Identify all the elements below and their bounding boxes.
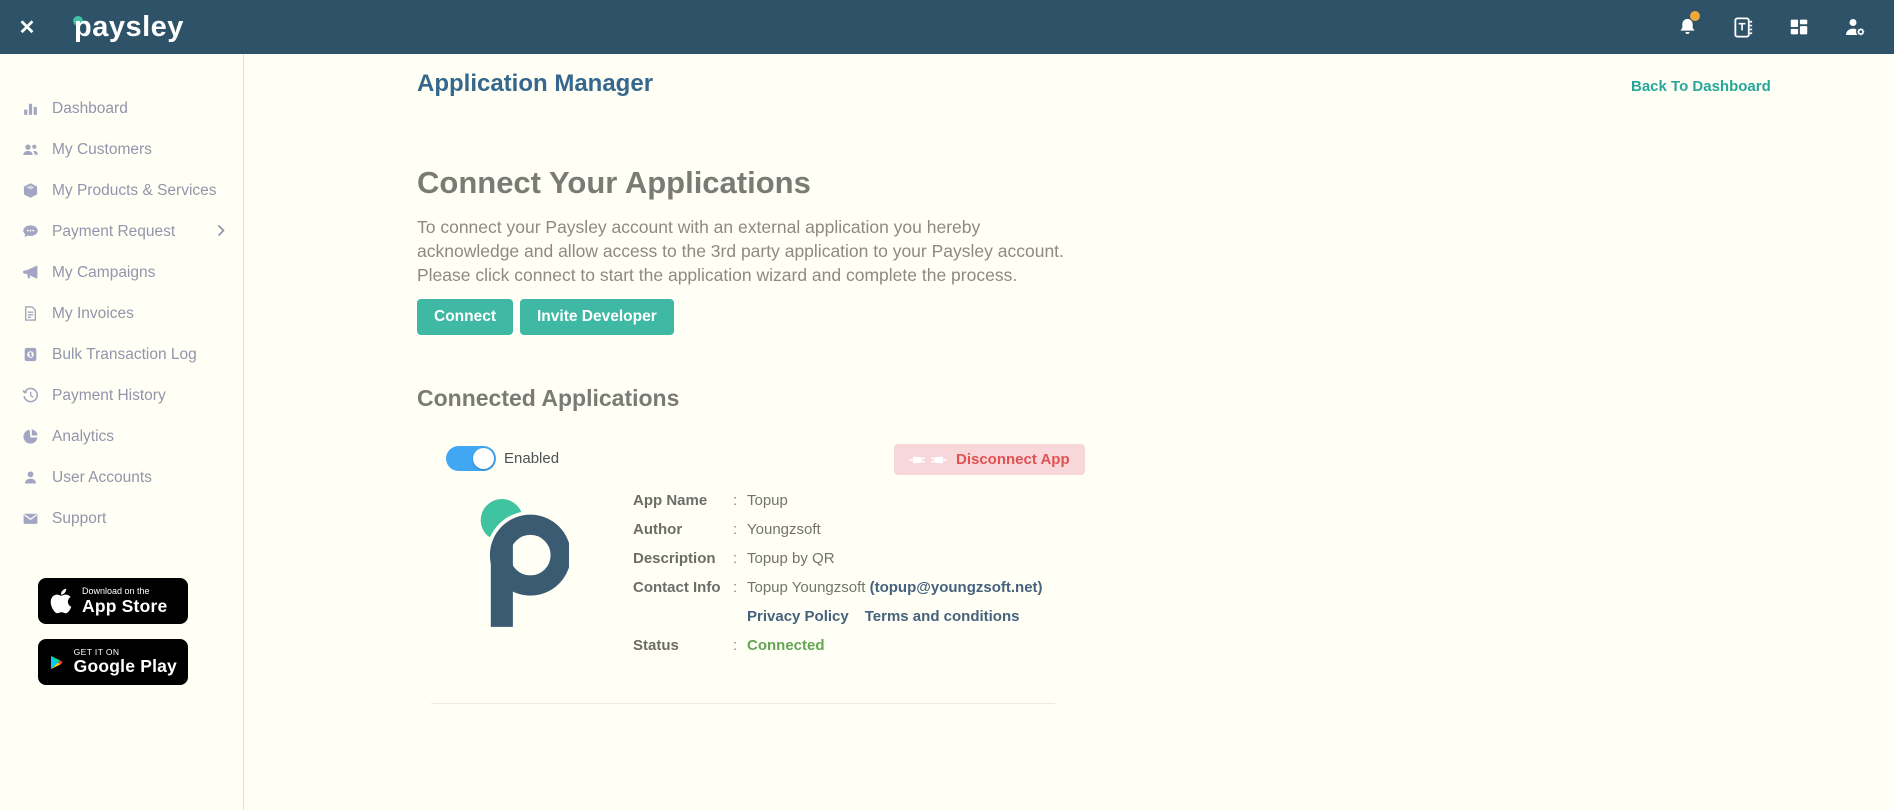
field-label: Status xyxy=(633,637,733,655)
notifications-bell-icon[interactable] xyxy=(1674,14,1700,40)
sidebar-item-payment-history[interactable]: Payment History xyxy=(0,375,243,416)
sidebar-item-my-customers[interactable]: My Customers xyxy=(0,129,243,170)
sidebar-item-bulk-transaction-log[interactable]: Bulk Transaction Log xyxy=(0,334,243,375)
disconnect-plug-icon xyxy=(909,453,947,467)
colon: : xyxy=(733,521,747,539)
sidebar-item-label: Payment History xyxy=(52,387,166,405)
connect-applications-heading: Connect Your Applications xyxy=(417,165,811,201)
connect-buttons-row: Connect Invite Developer xyxy=(417,299,674,335)
google-play-badge[interactable]: GET IT ON Google Play xyxy=(38,639,188,685)
topup-app-logo xyxy=(477,498,569,632)
transaction-doc-icon xyxy=(22,346,41,363)
field-label: Contact Info xyxy=(633,579,733,597)
contact-email-link[interactable]: (topup@youngzsoft.net) xyxy=(870,579,1043,596)
field-value: Topup xyxy=(747,492,788,510)
user-icon xyxy=(22,469,41,486)
paysley-logo: paysley xyxy=(74,11,184,44)
people-icon xyxy=(22,141,41,158)
colon: : xyxy=(733,492,747,510)
app-store-badge[interactable]: Download on the App Store xyxy=(38,578,188,624)
disconnect-app-button[interactable]: Disconnect App xyxy=(894,444,1085,475)
back-to-dashboard-link[interactable]: Back To Dashboard xyxy=(1631,78,1771,95)
detail-row-status: Status : Connected xyxy=(633,637,1043,655)
envelope-icon xyxy=(22,510,41,527)
invoice-icon xyxy=(22,305,41,322)
detail-row-author: Author : Youngzsoft xyxy=(633,521,1043,539)
badge-line2: App Store xyxy=(82,597,167,615)
sidebar-item-my-campaigns[interactable]: My Campaigns xyxy=(0,252,243,293)
sidebar-item-label: My Products & Services xyxy=(52,182,217,200)
sidebar-item-user-accounts[interactable]: User Accounts xyxy=(0,457,243,498)
sidebar-item-payment-request[interactable]: Payment Request xyxy=(0,211,243,252)
field-value: Topup Youngzsoft (topup@youngzsoft.net) xyxy=(747,579,1043,597)
brand-text: paysley xyxy=(74,11,184,43)
account-settings-icon[interactable] xyxy=(1842,14,1868,40)
google-play-icon xyxy=(49,650,65,675)
connected-applications-heading: Connected Applications xyxy=(417,385,679,412)
apps-grid-icon[interactable] xyxy=(1786,14,1812,40)
notification-dot xyxy=(1690,11,1700,21)
field-label: App Name xyxy=(633,492,733,510)
header-actions xyxy=(1674,14,1894,40)
connect-applications-description: To connect your Paysley account with an … xyxy=(417,216,1082,288)
sidebar-item-my-products-services[interactable]: My Products & Services xyxy=(0,170,243,211)
sidebar-item-analytics[interactable]: Analytics xyxy=(0,416,243,457)
sidebar-item-support[interactable]: Support xyxy=(0,498,243,539)
history-clock-icon xyxy=(22,387,41,404)
cube-icon xyxy=(22,182,41,199)
application-manager-page: ✕ paysley xyxy=(0,0,1894,810)
pie-chart-icon xyxy=(22,428,41,445)
contact-name: Topup Youngzsoft xyxy=(747,579,870,596)
detail-row-description: Description : Topup by QR xyxy=(633,550,1043,568)
page-title: Application Manager xyxy=(417,70,653,98)
sidebar-item-label: Analytics xyxy=(52,428,114,446)
sidebar-nav: Dashboard My Customers My Products & Ser… xyxy=(0,54,243,539)
close-icon[interactable]: ✕ xyxy=(0,15,54,40)
sidebar-item-label: User Accounts xyxy=(52,469,152,487)
field-label: Author xyxy=(633,521,733,539)
status-badge: Connected xyxy=(747,637,825,655)
enabled-toggle-row: Enabled xyxy=(446,446,559,471)
sidebar-item-label: My Campaigns xyxy=(52,264,155,282)
sidebar-item-label: Dashboard xyxy=(52,100,128,118)
field-value: Youngzsoft xyxy=(747,521,821,539)
apple-icon xyxy=(49,587,73,615)
megaphone-icon xyxy=(22,264,41,281)
colon: : xyxy=(733,637,747,655)
colon: : xyxy=(733,579,747,597)
sidebar-item-label: Payment Request xyxy=(52,223,175,241)
section-divider xyxy=(431,703,1055,704)
sidebar: Dashboard My Customers My Products & Ser… xyxy=(0,54,244,810)
app-details: App Name : Topup Author : Youngzsoft Des… xyxy=(633,492,1043,666)
sidebar-item-my-invoices[interactable]: My Invoices xyxy=(0,293,243,334)
badge-line2: Google Play xyxy=(74,657,177,675)
reference-book-icon[interactable] xyxy=(1730,14,1756,40)
field-label: Description xyxy=(633,550,733,568)
sidebar-item-label: My Invoices xyxy=(52,305,134,323)
detail-row-contact-info: Contact Info : Topup Youngzsoft (topup@y… xyxy=(633,579,1043,597)
store-badges: Download on the App Store GET IT ON Goog… xyxy=(38,578,188,685)
invite-developer-button[interactable]: Invite Developer xyxy=(520,299,674,335)
enabled-toggle[interactable] xyxy=(446,446,496,471)
sidebar-item-label: Bulk Transaction Log xyxy=(52,346,197,364)
chat-bubble-icon xyxy=(22,223,41,240)
colon: : xyxy=(733,550,747,568)
field-value: Topup by QR xyxy=(747,550,835,568)
main-content: Application Manager Back To Dashboard Co… xyxy=(244,54,1894,810)
chevron-right-icon xyxy=(217,224,225,242)
disconnect-button-label: Disconnect App xyxy=(956,451,1070,468)
top-header: ✕ paysley xyxy=(0,0,1894,54)
sidebar-item-label: Support xyxy=(52,510,106,528)
sidebar-item-label: My Customers xyxy=(52,141,152,159)
connect-button[interactable]: Connect xyxy=(417,299,513,335)
toggle-label: Enabled xyxy=(504,450,559,467)
detail-row-app-name: App Name : Topup xyxy=(633,492,1043,510)
sidebar-item-dashboard[interactable]: Dashboard xyxy=(0,88,243,129)
terms-and-conditions-link[interactable]: Terms and conditions xyxy=(865,608,1020,626)
privacy-policy-link[interactable]: Privacy Policy xyxy=(747,608,849,626)
bar-chart-icon xyxy=(22,100,41,117)
policy-links-row: Privacy Policy Terms and conditions xyxy=(633,608,1043,626)
toggle-knob xyxy=(473,448,494,469)
